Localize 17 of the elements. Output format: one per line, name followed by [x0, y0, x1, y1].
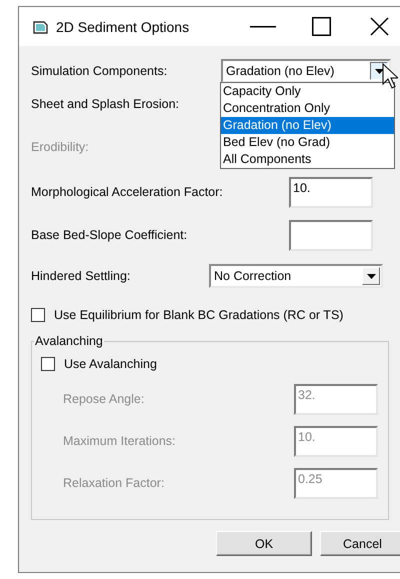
field-label: Maximum Iterations:	[62, 434, 177, 448]
dropdown-field[interactable]: No Correction	[209, 264, 383, 288]
field-label: Morphological Acceleration Factor:	[31, 185, 224, 199]
field-label: Base Bed-Slope Coefficient:	[31, 228, 188, 242]
group-title: Avalanching	[34, 334, 104, 348]
cancel-button[interactable]: Cancel	[320, 531, 400, 556]
checkbox-text: Use Avalanching	[64, 357, 157, 371]
window-title: 2D Sediment Options	[56, 18, 190, 34]
field-label: Erodibility:	[31, 140, 89, 154]
field-label: Simulation Components:	[31, 64, 168, 78]
field-label: Repose Angle:	[62, 392, 146, 406]
field-label: Relaxation Factor:	[62, 476, 166, 490]
dropdown-option[interactable]: Gradation (no Elev)	[221, 117, 394, 134]
field-label: Sheet and Splash Erosion:	[31, 97, 180, 111]
text-field[interactable]: 10.	[289, 176, 373, 208]
field-label: Hindered Settling:	[31, 269, 132, 283]
ok-button[interactable]: OK	[216, 531, 312, 556]
